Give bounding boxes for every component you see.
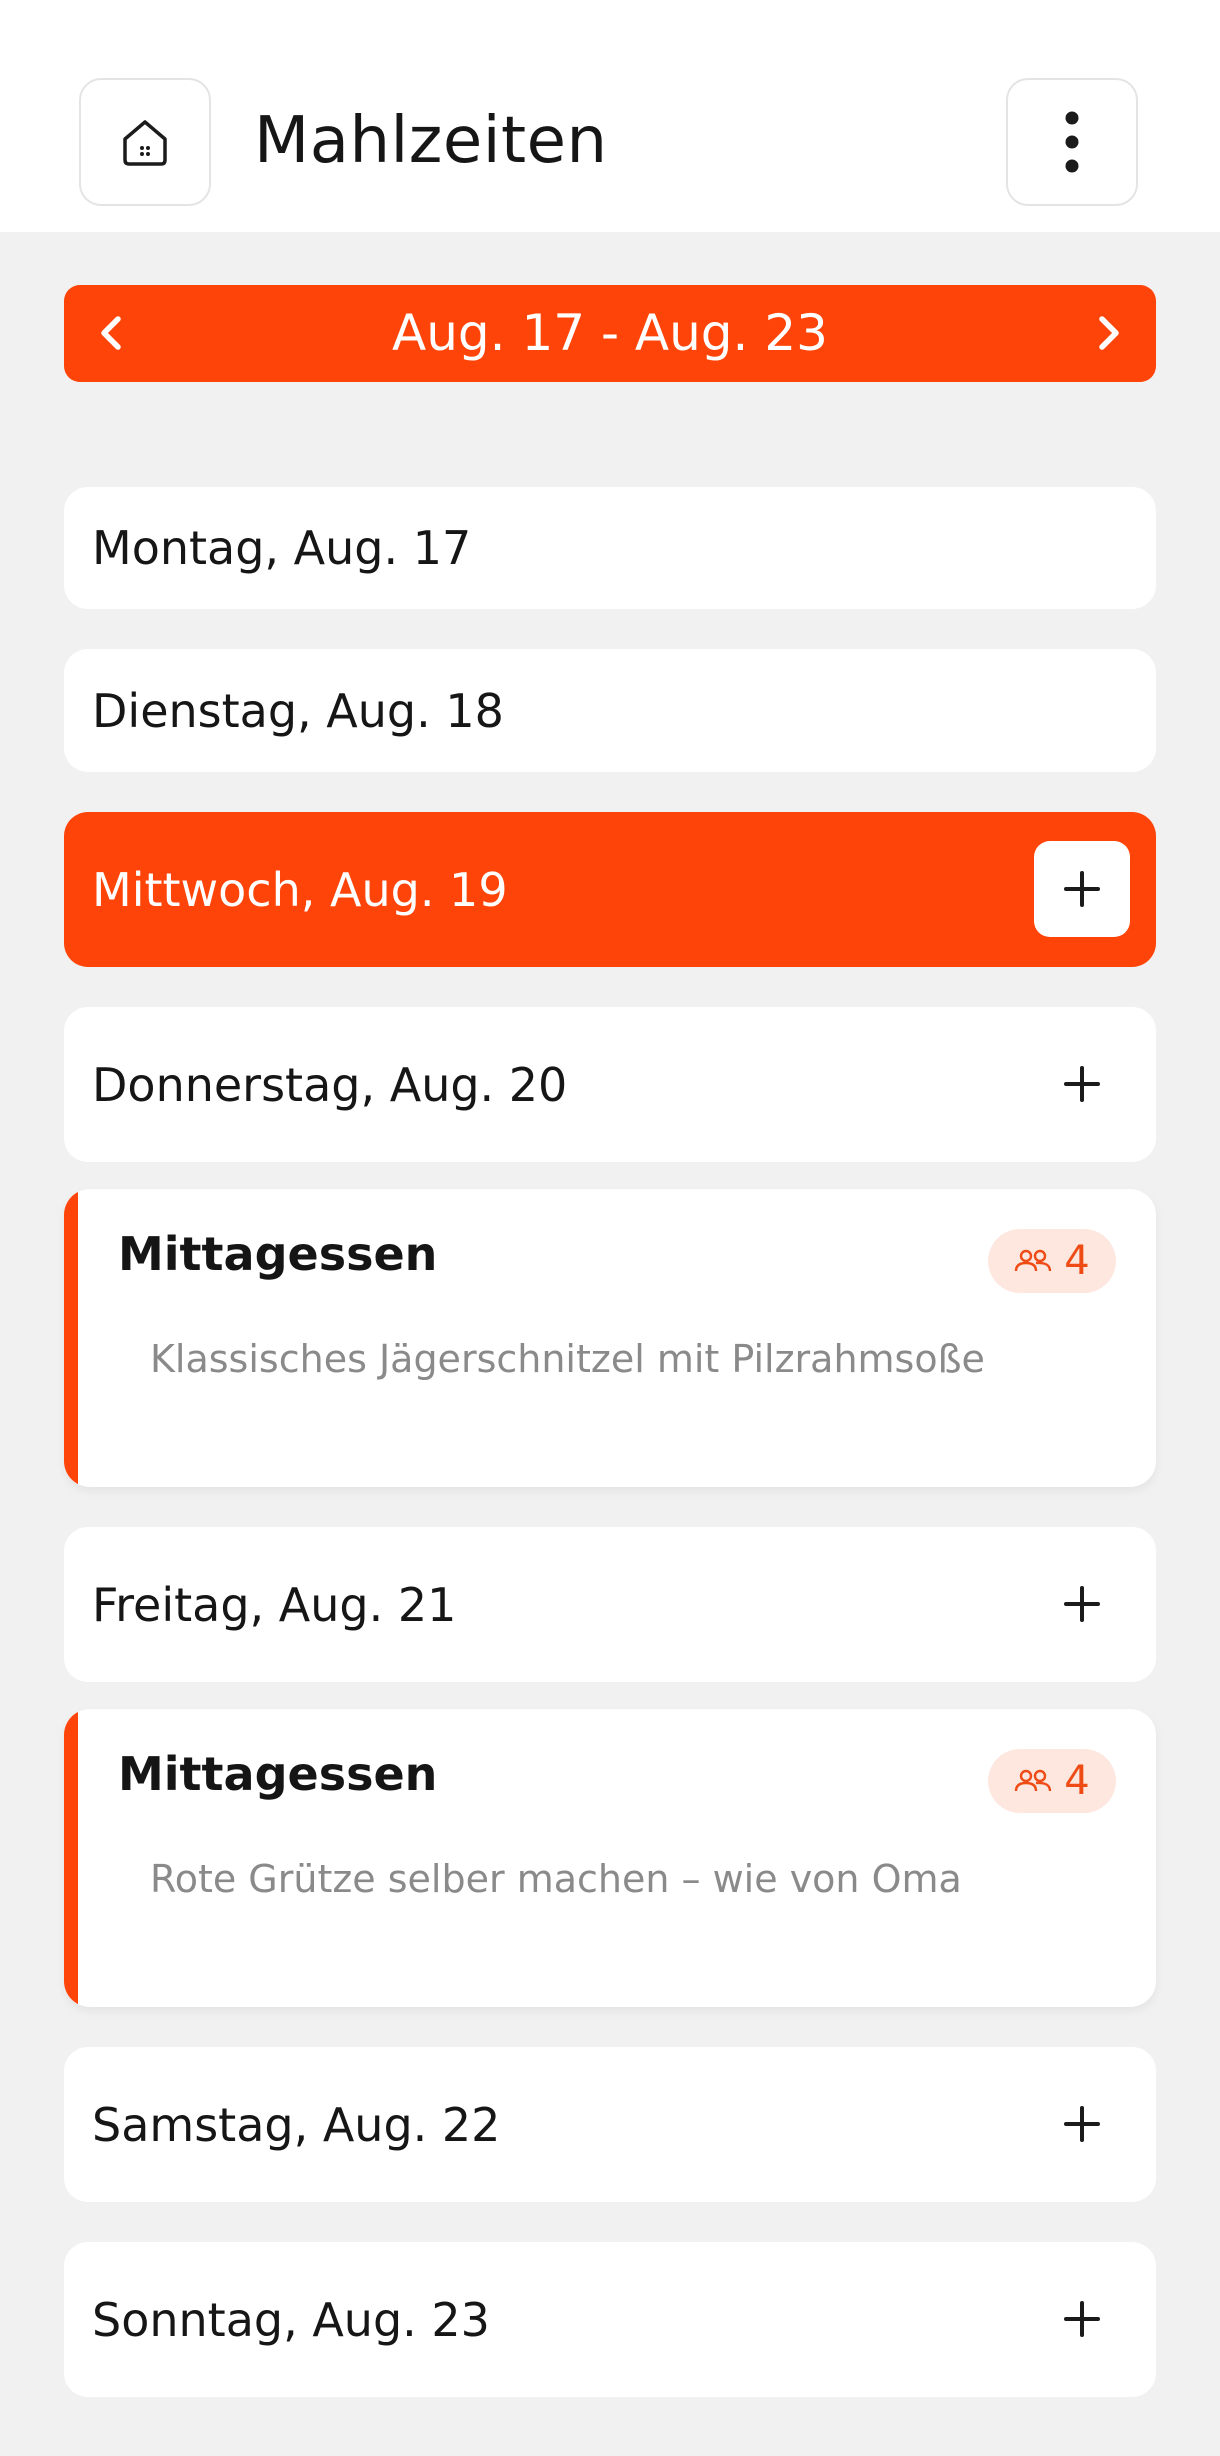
servings-badge: 4: [988, 1229, 1116, 1293]
meal-card[interactable]: Mittagessen 4 Klassisches Jägerschnitzel…: [64, 1189, 1156, 1487]
add-meal-button[interactable]: [1034, 2076, 1130, 2172]
day-label: Freitag, Aug. 21: [92, 1577, 457, 1632]
day-row-sunday[interactable]: Sonntag, Aug. 23: [64, 2242, 1156, 2397]
meal-card[interactable]: Mittagessen 4 Rote Grütze selber machen …: [64, 1709, 1156, 2007]
day-label: Mittwoch, Aug. 19: [92, 862, 508, 917]
home-button[interactable]: [79, 78, 211, 206]
plus-icon: [1064, 1066, 1100, 1102]
plus-icon: [1064, 871, 1100, 907]
day-row-thursday[interactable]: Donnerstag, Aug. 20: [64, 1007, 1156, 1162]
plus-icon: [1064, 1586, 1100, 1622]
add-meal-button[interactable]: [1034, 2271, 1130, 2367]
people-icon: [1015, 1769, 1052, 1792]
day-label: Sonntag, Aug. 23: [92, 2292, 490, 2347]
add-meal-button[interactable]: [1034, 841, 1130, 937]
servings-count: 4: [1064, 1758, 1090, 1804]
day-row-tuesday[interactable]: Dienstag, Aug. 18: [64, 649, 1156, 772]
more-vertical-icon: [1065, 111, 1079, 173]
servings-badge: 4: [988, 1749, 1116, 1813]
page-title: Mahlzeiten: [254, 104, 608, 178]
plus-icon: [1064, 2301, 1100, 2337]
meal-title: Rote Grütze selber machen – wie von Oma: [150, 1857, 962, 1901]
meal-type: Mittagessen: [118, 1227, 438, 1281]
servings-count: 4: [1064, 1238, 1090, 1284]
day-label: Dienstag, Aug. 18: [92, 683, 504, 738]
day-label: Samstag, Aug. 22: [92, 2097, 501, 2152]
plus-icon: [1064, 2106, 1100, 2142]
week-selector: Aug. 17 - Aug. 23: [64, 285, 1156, 382]
more-menu-button[interactable]: [1006, 78, 1138, 206]
meal-type: Mittagessen: [118, 1747, 438, 1801]
day-row-friday[interactable]: Freitag, Aug. 21: [64, 1527, 1156, 1682]
day-row-wednesday[interactable]: Mittwoch, Aug. 19: [64, 812, 1156, 967]
day-label: Donnerstag, Aug. 20: [92, 1057, 568, 1112]
week-range-label: Aug. 17 - Aug. 23: [392, 304, 828, 362]
add-meal-button[interactable]: [1034, 1556, 1130, 1652]
day-label: Montag, Aug. 17: [92, 521, 472, 575]
day-row-monday[interactable]: Montag, Aug. 17: [64, 487, 1156, 609]
app-header: Mahlzeiten: [0, 0, 1220, 232]
chevron-right-icon: [1099, 316, 1119, 350]
people-icon: [1015, 1249, 1052, 1272]
next-week-button[interactable]: [1080, 305, 1136, 361]
meal-title: Klassisches Jägerschnitzel mit Pilzrahms…: [150, 1337, 985, 1381]
day-row-saturday[interactable]: Samstag, Aug. 22: [64, 2047, 1156, 2202]
add-meal-button[interactable]: [1034, 1036, 1130, 1132]
home-icon: [123, 120, 167, 166]
